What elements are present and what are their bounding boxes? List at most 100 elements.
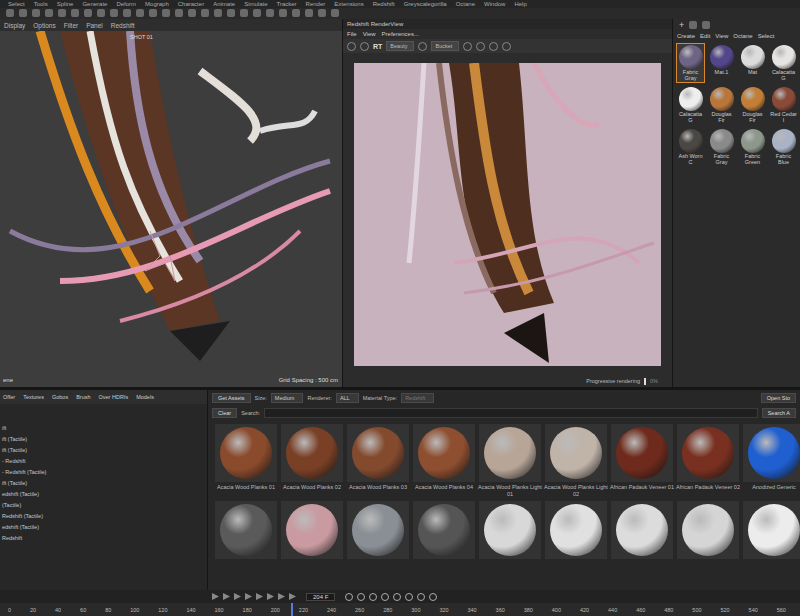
asset-tile[interactable]: Acacia Wood Planks 04: [412, 424, 476, 498]
menu-item[interactable]: Character: [178, 1, 204, 7]
tool-icon[interactable]: [162, 9, 170, 17]
viewport-menu-item[interactable]: Filter: [64, 22, 78, 29]
tool-icon[interactable]: [292, 9, 300, 17]
material-tile[interactable]: Calacatta G: [769, 43, 798, 83]
timeline-ruler[interactable]: 0204060801001201401601802002202402602803…: [0, 603, 800, 616]
render-menu-item[interactable]: File: [347, 31, 357, 37]
mode-dropdown[interactable]: Bucket: [431, 41, 459, 51]
material-tile[interactable]: Fabric Gray: [707, 127, 736, 167]
asset-tab[interactable]: Textures: [23, 394, 44, 400]
material-tile[interactable]: Mat: [738, 43, 767, 83]
asset-tile[interactable]: Acacia Wood Planks 01: [214, 424, 278, 498]
menu-item[interactable]: Animate: [213, 1, 235, 7]
menu-item[interactable]: Tracker: [276, 1, 296, 7]
tool-icon[interactable]: [331, 9, 339, 17]
asset-tile[interactable]: Acacia Wood Planks 02: [280, 424, 344, 498]
tree-item[interactable]: ift (Tactile): [0, 479, 207, 488]
tool-icon[interactable]: [97, 9, 105, 17]
menu-item[interactable]: Tools: [34, 1, 48, 7]
asset-tile[interactable]: [346, 501, 410, 559]
viewport-menu-item[interactable]: Options: [33, 22, 55, 29]
view-icon[interactable]: [489, 42, 498, 51]
key-icon[interactable]: [369, 593, 377, 601]
tool-icon[interactable]: [110, 9, 118, 17]
render-icon[interactable]: [347, 42, 356, 51]
tool-icon[interactable]: [6, 9, 14, 17]
material-tile[interactable]: Fabric Blue: [769, 127, 798, 167]
viewport-canvas[interactable]: SHOT 01eneGrid Spacing : 500 cm: [0, 31, 342, 387]
asset-tile[interactable]: Acacia Wood Planks Light 01: [478, 424, 542, 498]
tree-item[interactable]: ift (Tactile): [0, 435, 207, 444]
tool-icon[interactable]: [58, 9, 66, 17]
tool-icon[interactable]: [45, 9, 53, 17]
tool-icon[interactable]: [84, 9, 92, 17]
renderer-dropdown[interactable]: ALL: [336, 393, 359, 403]
material-menu-item[interactable]: Octane: [733, 33, 752, 39]
menu-item[interactable]: Mograph: [145, 1, 169, 7]
search-all-button[interactable]: Search A: [762, 408, 796, 418]
asset-tile[interactable]: [676, 501, 740, 559]
menu-item[interactable]: Generate: [82, 1, 107, 7]
asset-tile[interactable]: [610, 501, 674, 559]
key-icon[interactable]: [357, 593, 365, 601]
asset-tab[interactable]: Offer: [3, 394, 15, 400]
tool-icon[interactable]: [123, 9, 131, 17]
tool-icon[interactable]: [279, 9, 287, 17]
menu-item[interactable]: Octane: [456, 1, 475, 7]
menu-item[interactable]: Select: [8, 1, 25, 7]
tool-icon[interactable]: [305, 9, 313, 17]
playback-icon[interactable]: [289, 593, 296, 600]
rt-button[interactable]: RT: [373, 43, 382, 50]
tool-icon[interactable]: [240, 9, 248, 17]
view-icon[interactable]: [476, 42, 485, 51]
asset-tab[interactable]: Models: [136, 394, 154, 400]
picker-icon[interactable]: [702, 21, 710, 29]
material-tile[interactable]: Ash Worn C: [676, 127, 705, 167]
playback-icon[interactable]: [256, 593, 263, 600]
view-icon[interactable]: [463, 42, 472, 51]
asset-tab[interactable]: Gobos: [52, 394, 68, 400]
asset-tile[interactable]: African Padauk Veneer 02: [676, 424, 740, 498]
material-tile[interactable]: Fabric Gray: [676, 43, 705, 83]
tree-item[interactable]: ift: [0, 424, 207, 433]
get-assets-button[interactable]: Get Assets: [212, 393, 251, 403]
tool-icon[interactable]: [149, 9, 157, 17]
material-tile[interactable]: Calacatta G: [676, 85, 705, 125]
tree-item[interactable]: edshift (Tactile): [0, 490, 207, 499]
crop-icon[interactable]: [418, 42, 427, 51]
playback-icon[interactable]: [278, 593, 285, 600]
menu-item[interactable]: Simulate: [244, 1, 267, 7]
tool-icon[interactable]: [71, 9, 79, 17]
tool-icon[interactable]: [175, 9, 183, 17]
asset-tile[interactable]: [544, 501, 608, 559]
search-field[interactable]: [264, 408, 758, 418]
asset-tile[interactable]: [214, 501, 278, 559]
material-menu-item[interactable]: Create: [677, 33, 695, 39]
key-icon[interactable]: [381, 593, 389, 601]
viewport-menu-item[interactable]: Panel: [86, 22, 103, 29]
playback-icon[interactable]: [234, 593, 241, 600]
menu-item[interactable]: Greyscalegorilla: [404, 1, 447, 7]
asset-tile[interactable]: [412, 501, 476, 559]
material-menu-item[interactable]: View: [715, 33, 728, 39]
asset-tile[interactable]: African Padauk Veneer 01: [610, 424, 674, 498]
tool-icon[interactable]: [266, 9, 274, 17]
menu-item[interactable]: Deform: [116, 1, 136, 7]
playhead[interactable]: [291, 603, 293, 616]
asset-tile[interactable]: Acacia Wood Planks 03: [346, 424, 410, 498]
asset-tile[interactable]: [742, 501, 800, 559]
menu-item[interactable]: Help: [514, 1, 526, 7]
material-menu-item[interactable]: Edit: [700, 33, 710, 39]
tool-icon[interactable]: [253, 9, 261, 17]
key-icon[interactable]: [345, 593, 353, 601]
tool-icon[interactable]: [32, 9, 40, 17]
asset-tile[interactable]: [478, 501, 542, 559]
asset-tab[interactable]: Over HDRIs: [99, 394, 129, 400]
viewport-menu-item[interactable]: Display: [4, 22, 25, 29]
tree-item[interactable]: Redshift (Tactile): [0, 512, 207, 521]
viewport-menu-item[interactable]: Redshift: [111, 22, 135, 29]
tree-item[interactable]: (Tactile): [0, 501, 207, 510]
open-store-button[interactable]: Open Sto: [761, 393, 796, 403]
plus-icon[interactable]: +: [679, 21, 684, 30]
menu-item[interactable]: Spline: [57, 1, 74, 7]
